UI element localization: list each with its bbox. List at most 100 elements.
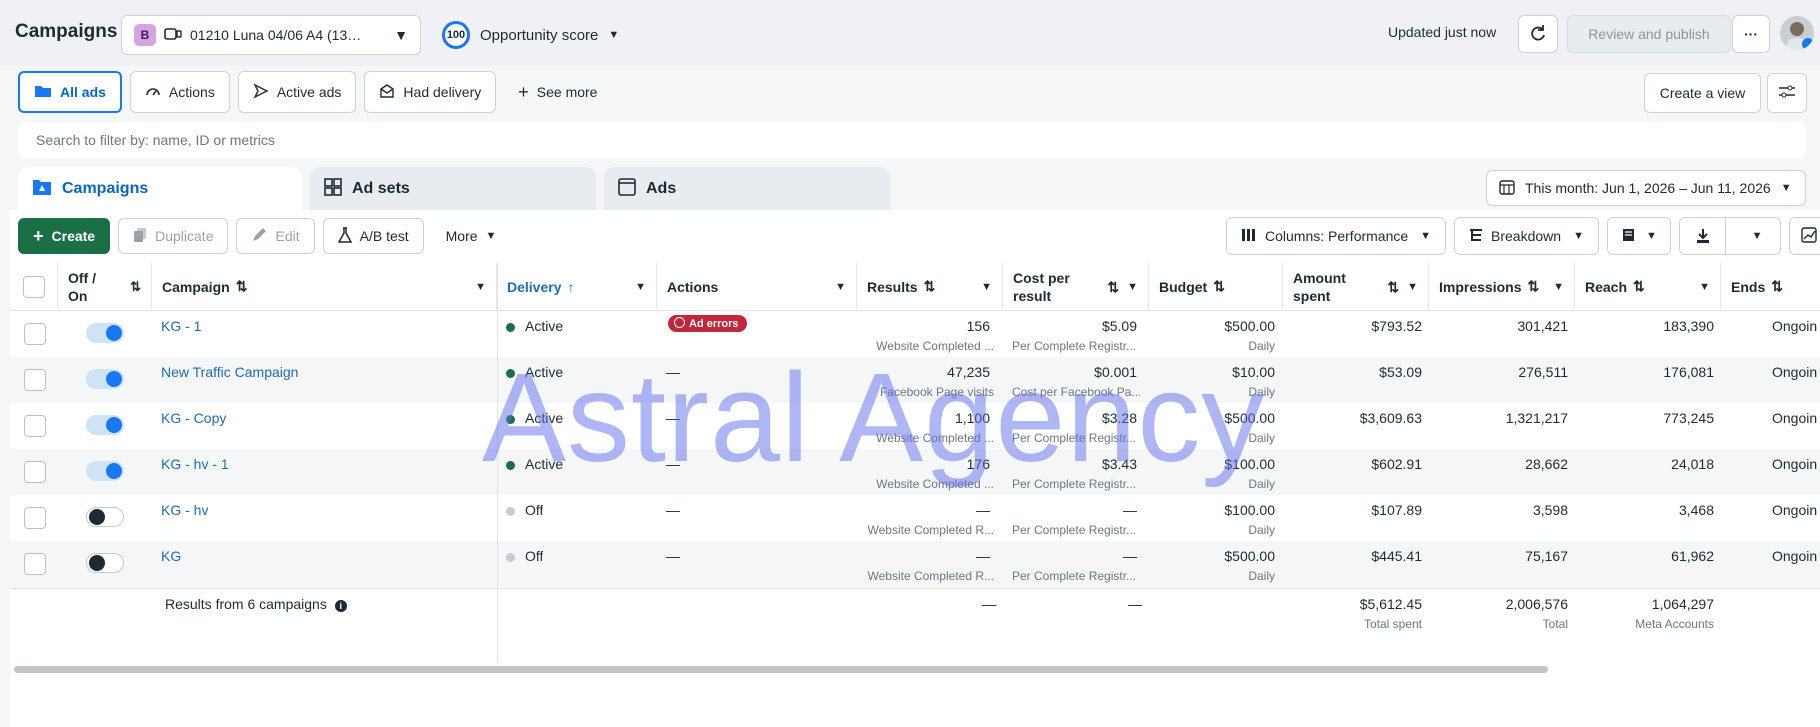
sort-icon: ⇅ (1387, 278, 1400, 295)
amount-spent-value: $107.89 (1371, 502, 1422, 518)
chevron-down-icon: ▼ (1127, 280, 1138, 293)
create-button[interactable]: + Create (18, 218, 111, 254)
cost-value: $3.28 (1101, 410, 1137, 426)
row-checkbox[interactable] (24, 369, 46, 391)
row-checkbox[interactable] (24, 553, 46, 575)
reports-dropdown[interactable]: ▼ (1607, 217, 1671, 255)
date-range-picker[interactable]: This month: Jun 1, 2026 – Jun 11, 2026 ▼ (1486, 170, 1806, 206)
filter-actions[interactable]: Actions (129, 71, 230, 113)
sort-icon: ⇅ (1107, 278, 1120, 295)
toggle-knob (89, 509, 105, 525)
breakdown-dropdown[interactable]: Breakdown ▼ (1454, 217, 1599, 255)
info-icon[interactable]: i (334, 600, 347, 612)
columns-dropdown[interactable]: Columns: Performance ▼ (1226, 217, 1446, 255)
more-dropdown[interactable]: More ▼ (432, 218, 511, 254)
send-icon (253, 82, 269, 102)
status-dot (506, 506, 515, 516)
col-budget[interactable]: Budget ⇅ (1149, 263, 1283, 311)
settings-button[interactable] (1767, 73, 1807, 113)
see-more-button[interactable]: + See more (504, 71, 611, 113)
error-icon (674, 317, 685, 328)
filter-had-delivery[interactable]: Had delivery (364, 71, 497, 113)
select-all-checkbox[interactable] (22, 275, 45, 298)
row-toggle[interactable] (86, 323, 124, 343)
col-campaign[interactable]: Campaign ⇅ ▼ (152, 263, 497, 311)
ad-errors-badge[interactable]: Ad errors (668, 315, 747, 332)
totals-reach-sub: Meta Accounts (1635, 617, 1714, 631)
column-divider (497, 263, 498, 663)
campaign-name-link[interactable]: KG - hv - 1 (161, 456, 229, 472)
row-checkbox[interactable] (24, 323, 46, 345)
campaign-name-link[interactable]: KG - Copy (161, 410, 226, 426)
tab-campaigns[interactable]: Campaigns (18, 167, 302, 211)
horizontal-scrollbar[interactable] (14, 666, 1548, 673)
row-toggle[interactable] (86, 415, 124, 435)
row-toggle[interactable] (86, 507, 124, 527)
campaign-name-link[interactable]: New Traffic Campaign (161, 364, 298, 380)
create-view-button[interactable]: Create a view (1644, 73, 1761, 113)
results-sub: Website Completed ... (876, 477, 994, 491)
campaign-name-link[interactable]: KG (161, 548, 181, 564)
search-input[interactable]: Search to filter by: name, ID or metrics (18, 122, 1806, 158)
more-options-button[interactable]: ··· (1732, 15, 1770, 53)
row-toggle[interactable] (86, 461, 124, 481)
campaign-name-link[interactable]: KG - 1 (161, 318, 201, 334)
sort-icon: ⇅ (130, 278, 141, 294)
col-delivery[interactable]: Delivery ↑ ▼ (497, 263, 657, 311)
sort-icon: ⇅ (1633, 278, 1645, 294)
totals-reach: 1,064,297 (1651, 596, 1714, 612)
export-button[interactable]: ▼ (1679, 217, 1781, 255)
report-icon (1622, 228, 1638, 245)
totals-amount: $5,612.45 (1359, 596, 1422, 612)
updated-status: Updated just now (1388, 24, 1497, 40)
results-value: 47,235 (947, 364, 990, 380)
sort-icon: ⇅ (1527, 278, 1540, 294)
budget-value: $100.00 (1224, 502, 1275, 518)
campaign-name-link[interactable]: KG - hv (161, 502, 208, 518)
row-toggle[interactable] (86, 369, 124, 389)
score-ring: 100 (442, 21, 470, 49)
avatar[interactable] (1780, 16, 1814, 50)
col-amount-spent[interactable]: Amount spent ⇅ ▼ (1283, 263, 1429, 311)
amount-spent-value: $53.09 (1379, 364, 1422, 380)
charts-button[interactable] (1789, 217, 1820, 255)
tab-ad-sets[interactable]: Ad sets (310, 167, 596, 211)
ab-test-button[interactable]: A/B test (322, 218, 424, 254)
status-dot (506, 368, 515, 378)
col-reach[interactable]: Reach ⇅ ▼ (1575, 263, 1721, 311)
row-checkbox[interactable] (24, 507, 46, 529)
toggle-knob (106, 371, 122, 387)
row-checkbox[interactable] (24, 415, 46, 437)
results-sub: Website Completed R... (867, 569, 995, 583)
account-badge: B (134, 24, 156, 46)
filter-all-ads[interactable]: All ads (18, 71, 122, 113)
col-cost[interactable]: Cost per result ⇅ ▼ (1003, 263, 1149, 311)
chevron-down-icon: ▼ (1646, 230, 1657, 242)
reach-value: 24,018 (1671, 456, 1714, 472)
opportunity-score[interactable]: 100 Opportunity score ▼ (442, 16, 619, 54)
col-results[interactable]: Results ⇅ ▼ (857, 263, 1003, 311)
refresh-button[interactable] (1518, 15, 1558, 53)
table-right-tools: Columns: Performance ▼ Breakdown ▼ ▼ ▼ (1226, 217, 1820, 255)
cost-sub: Per Complete Registr... (1012, 431, 1137, 445)
chevron-down-icon: ▼ (608, 29, 620, 41)
status-dot (506, 322, 515, 332)
cost-sub: Per Complete Registr... (1012, 569, 1137, 583)
ad-account-icon (164, 27, 182, 44)
filter-active-ads[interactable]: Active ads (237, 71, 357, 113)
col-offon[interactable]: Off / On ⇅ (58, 263, 152, 311)
envelope-icon (379, 83, 395, 102)
col-actions[interactable]: Actions ▼ (657, 263, 857, 311)
tab-ads[interactable]: Ads (604, 167, 890, 211)
col-ends[interactable]: Ends ⇅ (1721, 263, 1820, 311)
col-impressions[interactable]: Impressions ⇅ ▼ (1429, 263, 1575, 311)
account-selector[interactable]: B 01210 Luna 04/06 A4 (13… ▼ (121, 15, 421, 55)
review-publish-button[interactable]: Review and publish (1567, 15, 1731, 53)
reach-value: 61,962 (1671, 548, 1714, 564)
row-toggle[interactable] (86, 553, 124, 573)
row-checkbox[interactable] (24, 461, 46, 483)
amount-spent-value: $445.41 (1371, 548, 1422, 564)
chevron-down-icon: ▼ (485, 230, 497, 242)
duplicate-button[interactable]: Duplicate (118, 218, 229, 254)
edit-button[interactable]: Edit (236, 218, 315, 254)
